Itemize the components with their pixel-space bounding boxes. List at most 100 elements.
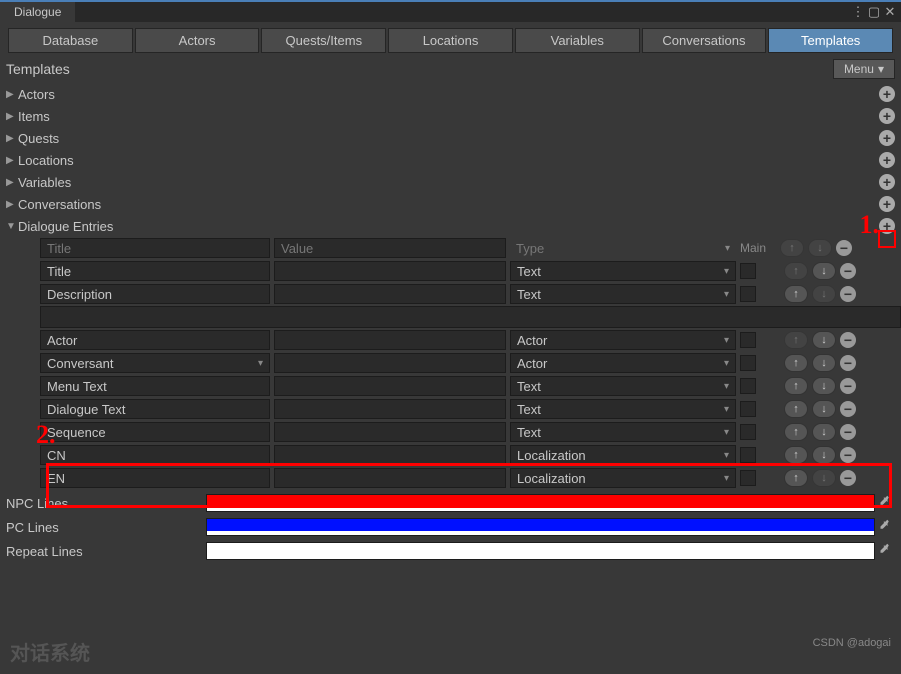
add-button[interactable]: + <box>879 86 895 102</box>
add-button[interactable]: + <box>879 196 895 212</box>
move-down-button[interactable]: ↓ <box>812 331 836 349</box>
main-checkbox[interactable] <box>740 378 756 394</box>
tab-templates[interactable]: Templates <box>768 28 893 53</box>
move-down-button[interactable]: ↓ <box>812 377 836 395</box>
tree-item-quests[interactable]: Quests <box>18 131 879 146</box>
tree-item-variables[interactable]: Variables <box>18 175 879 190</box>
remove-button[interactable]: − <box>840 447 856 463</box>
field-value-input[interactable] <box>274 261 506 281</box>
field-title-input[interactable]: EN <box>40 468 270 488</box>
field-title-input[interactable]: Sequence <box>40 422 270 442</box>
tab-conversations[interactable]: Conversations <box>642 28 767 53</box>
tab-quests-items[interactable]: Quests/Items <box>261 28 386 53</box>
caret-icon[interactable]: ▶ <box>6 133 18 144</box>
move-up-button[interactable]: ↑ <box>784 285 808 303</box>
add-button[interactable]: + <box>879 152 895 168</box>
field-title-input[interactable]: Menu Text <box>40 376 270 396</box>
move-up-button[interactable]: ↑ <box>784 262 808 280</box>
remove-button[interactable]: − <box>840 470 856 486</box>
remove-button[interactable]: − <box>840 286 856 302</box>
main-checkbox[interactable] <box>740 447 756 463</box>
field-type-select[interactable]: Localization <box>510 468 736 488</box>
caret-icon[interactable]: ▶ <box>6 155 18 166</box>
remove-button[interactable]: − <box>836 240 852 256</box>
add-button[interactable]: + <box>879 218 895 234</box>
field-title-input[interactable]: Conversant▾ <box>40 353 270 373</box>
main-checkbox[interactable] <box>740 332 756 348</box>
move-up-button[interactable]: ↑ <box>784 377 808 395</box>
color-field[interactable] <box>206 494 875 512</box>
move-up-button[interactable]: ↑ <box>784 354 808 372</box>
field-value-input[interactable] <box>274 445 506 465</box>
close-icon[interactable]: ✕ <box>883 5 897 19</box>
add-button[interactable]: + <box>879 174 895 190</box>
maximize-icon[interactable]: ▢ <box>867 5 881 19</box>
window-tab[interactable]: Dialogue <box>0 2 75 22</box>
main-checkbox[interactable] <box>740 424 756 440</box>
field-title-input[interactable]: Dialogue Text <box>40 399 270 419</box>
field-value-input[interactable] <box>274 353 506 373</box>
remove-button[interactable]: − <box>840 401 856 417</box>
eyedropper-icon[interactable] <box>879 519 895 535</box>
caret-icon[interactable]: ▶ <box>6 89 18 100</box>
caret-icon[interactable]: ▶ <box>6 111 18 122</box>
move-down-button[interactable]: ↓ <box>812 354 836 372</box>
remove-button[interactable]: − <box>840 332 856 348</box>
field-type-select[interactable]: Localization <box>510 445 736 465</box>
tree-item-actors[interactable]: Actors <box>18 87 879 102</box>
field-type-select[interactable]: Text <box>510 284 736 304</box>
kebab-icon[interactable]: ⋮ <box>851 5 865 19</box>
field-title-input[interactable]: Description <box>40 284 270 304</box>
tab-database[interactable]: Database <box>8 28 133 53</box>
field-title-input[interactable]: Actor <box>40 330 270 350</box>
eyedropper-icon[interactable] <box>879 543 895 559</box>
main-checkbox[interactable] <box>740 355 756 371</box>
color-field[interactable] <box>206 518 875 536</box>
main-checkbox[interactable] <box>740 286 756 302</box>
tree-item-items[interactable]: Items <box>18 109 879 124</box>
field-title-input[interactable]: CN <box>40 445 270 465</box>
field-value-input[interactable] <box>274 376 506 396</box>
field-type-select[interactable]: Text <box>510 261 736 281</box>
move-down-button[interactable]: ↓ <box>812 400 836 418</box>
field-value-input[interactable] <box>274 422 506 442</box>
move-down-button[interactable]: ↓ <box>812 469 836 487</box>
move-down-button[interactable]: ↓ <box>812 285 836 303</box>
field-type-select[interactable]: Actor <box>510 330 736 350</box>
move-down-button[interactable]: ↓ <box>812 262 836 280</box>
main-checkbox[interactable] <box>740 401 756 417</box>
field-value-input[interactable] <box>274 330 506 350</box>
tree-item-dialogue-entries[interactable]: Dialogue Entries <box>18 219 879 234</box>
remove-button[interactable]: − <box>840 424 856 440</box>
caret-icon[interactable]: ▼ <box>6 221 18 232</box>
field-type-select[interactable]: Text <box>510 376 736 396</box>
tree-item-locations[interactable]: Locations <box>18 153 879 168</box>
tab-variables[interactable]: Variables <box>515 28 640 53</box>
main-checkbox[interactable] <box>740 263 756 279</box>
add-button[interactable]: + <box>879 130 895 146</box>
tab-locations[interactable]: Locations <box>388 28 513 53</box>
field-value-input[interactable] <box>274 284 506 304</box>
tab-actors[interactable]: Actors <box>135 28 260 53</box>
move-up-button[interactable]: ↑ <box>784 469 808 487</box>
move-up-button[interactable]: ↑ <box>784 423 808 441</box>
remove-button[interactable]: − <box>840 378 856 394</box>
field-type-select[interactable]: Text <box>510 422 736 442</box>
menu-button[interactable]: Menu▾ <box>833 59 895 79</box>
move-up-button[interactable]: ↑ <box>784 400 808 418</box>
move-down-button[interactable]: ↓ <box>812 446 836 464</box>
color-field[interactable] <box>206 542 875 560</box>
tree-item-conversations[interactable]: Conversations <box>18 197 879 212</box>
move-up-button[interactable]: ↑ <box>784 331 808 349</box>
caret-icon[interactable]: ▶ <box>6 199 18 210</box>
field-type-select[interactable]: Actor <box>510 353 736 373</box>
move-up-button[interactable]: ↑ <box>784 446 808 464</box>
field-title-input[interactable]: Title <box>40 261 270 281</box>
move-down-button[interactable]: ↓ <box>812 423 836 441</box>
caret-icon[interactable]: ▶ <box>6 177 18 188</box>
remove-button[interactable]: − <box>840 263 856 279</box>
field-type-select[interactable]: Text <box>510 399 736 419</box>
add-button[interactable]: + <box>879 108 895 124</box>
field-value-input[interactable] <box>274 468 506 488</box>
field-value-input[interactable] <box>274 399 506 419</box>
